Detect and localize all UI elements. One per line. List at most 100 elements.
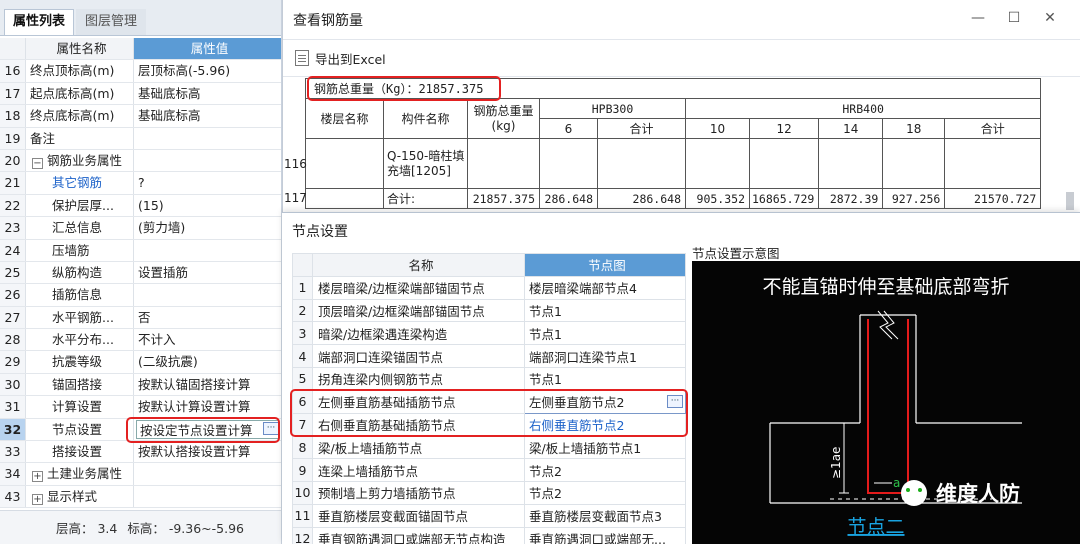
property-value[interactable]: [134, 284, 281, 305]
table-row[interactable]: 29 抗震等级 (二级抗震): [0, 351, 281, 374]
ellipsis-button[interactable]: ···: [263, 421, 279, 435]
table-row[interactable]: 116 Q-150-暗柱填充墙[1205]: [284, 138, 1042, 189]
table-row-total[interactable]: 117 合计: 21857.375 286.648 286.648 905.35…: [284, 188, 1042, 209]
table-row[interactable]: 8 梁/板上墙插筋节点 梁/板上墙插筋节点1: [292, 435, 686, 460]
table-row[interactable]: 23 汇总信息 (剪力墙): [0, 217, 281, 240]
property-name: 纵筋构造: [26, 261, 134, 284]
table-row-highlighted[interactable]: 6 左侧垂直筋基础插筋节点 左侧垂直筋节点2 ···: [292, 389, 686, 414]
node-value[interactable]: 节点1: [524, 366, 686, 391]
table-row[interactable]: 43 + 显示样式: [0, 485, 281, 509]
property-value[interactable]: (15): [134, 195, 281, 216]
table-row[interactable]: 27 水平钢筋... 否: [0, 306, 281, 330]
ellipsis-button[interactable]: ···: [667, 394, 683, 408]
property-group: + 土建业务属性: [26, 463, 134, 485]
table-row[interactable]: 22 保护层厚... (15): [0, 194, 281, 218]
tab-layer-manager[interactable]: 图层管理: [76, 9, 147, 35]
property-value[interactable]: (二级抗震): [134, 351, 281, 372]
value-cell: 927.256: [882, 188, 946, 209]
maximize-icon[interactable]: ☐: [1004, 10, 1024, 26]
row-number: 12: [292, 526, 313, 544]
table-row[interactable]: 26 插筋信息: [0, 284, 281, 307]
total-weight-label: 钢筋总重量（Kg）：21857.375: [304, 78, 1042, 99]
node-value[interactable]: 垂直筋遇洞口或端部无...: [524, 526, 686, 544]
floor-height: 层高： 3.4: [56, 521, 118, 536]
property-value[interactable]: 按默认计算设置计算: [134, 396, 281, 417]
node-value[interactable]: 节点2: [524, 458, 686, 482]
table-row[interactable]: 24 压墙筋: [0, 239, 281, 262]
table-row[interactable]: 28 水平分布... 不计入: [0, 329, 281, 352]
row-number: 21: [0, 172, 26, 194]
table-row[interactable]: 31 计算设置 按默认计算设置计算: [0, 396, 281, 419]
close-icon[interactable]: ✕: [1040, 10, 1060, 26]
expand-icon[interactable]: +: [32, 493, 43, 505]
minimize-icon[interactable]: —: [968, 10, 988, 26]
table-row[interactable]: 10 预制墙上剪力墙插筋节点 节点2: [292, 480, 686, 505]
export-excel-button[interactable]: 导出到Excel: [295, 49, 386, 68]
node-name: 连梁上墙插筋节点: [312, 458, 525, 482]
anchor-length-label: ≥1ae: [829, 447, 843, 479]
property-name: 其它钢筋: [26, 172, 134, 194]
property-value[interactable]: 基础底标高: [134, 105, 281, 126]
table-row[interactable]: 5 拐角连梁内侧钢筋节点 节点1: [292, 366, 686, 391]
node-value[interactable]: 梁/板上墙插筋节点1: [524, 435, 686, 460]
node-value[interactable]: 右侧垂直筋节点2: [524, 412, 686, 437]
table-row-highlighted[interactable]: 7 右侧垂直筋基础插筋节点 右侧垂直筋节点2: [292, 412, 686, 437]
table-row[interactable]: 3 暗梁/边框梁遇连梁构造 节点1: [292, 321, 686, 346]
table-row[interactable]: 16 终点顶标高(m) 层顶标高(-5.96): [0, 60, 281, 83]
table-row[interactable]: 17 起点底标高(m) 基础底标高: [0, 82, 281, 106]
property-value[interactable]: 按默认搭接设置计算: [134, 441, 281, 462]
node-value[interactable]: 节点2: [524, 480, 686, 505]
node-value[interactable]: 节点1: [524, 298, 686, 323]
node-table-header: 名称 节点图: [292, 253, 686, 277]
cell: [685, 138, 750, 189]
property-value[interactable]: 基础底标高: [134, 83, 281, 104]
property-value[interactable]: 设置插筋: [134, 262, 281, 283]
col-hpb300: HPB300: [539, 98, 686, 119]
table-row-selected[interactable]: 32 节点设置 按设定节点设置计算 ···: [0, 418, 281, 442]
table-row[interactable]: 4 端部洞口连梁锚固节点 端部洞口连梁节点1: [292, 344, 686, 368]
node-name: 暗梁/边框梁遇连梁构造: [312, 321, 525, 346]
property-value[interactable]: 不计入: [134, 329, 281, 350]
property-value[interactable]: [134, 240, 281, 261]
property-value[interactable]: (剪力墙): [134, 217, 281, 238]
table-row[interactable]: 20− 钢筋业务属性: [0, 149, 281, 173]
col-hrb-10: 10: [685, 118, 750, 139]
group-label: 钢筋业务属性: [47, 152, 123, 168]
table-row[interactable]: 30 锚固搭接 按默认锚固搭接计算: [0, 373, 281, 397]
property-value[interactable]: ?: [134, 172, 281, 193]
node-value[interactable]: 垂直筋楼层变截面节点3: [524, 503, 686, 528]
table-row[interactable]: 12 垂直钢筋遇洞口或端部无节点构造 垂直筋遇洞口或端部无...: [292, 526, 686, 544]
table-row[interactable]: 18 终点底标高(m) 基础底标高: [0, 105, 281, 128]
property-value[interactable]: [134, 128, 281, 149]
cell: [818, 138, 884, 189]
tab-property-list[interactable]: 属性列表: [4, 9, 75, 35]
table-row[interactable]: 1 楼层暗梁/边框梁端部锚固节点 楼层暗梁端部节点4: [292, 275, 686, 300]
property-value: [134, 150, 281, 171]
node-value[interactable]: 节点1: [524, 321, 686, 346]
table-row[interactable]: 11 垂直筋楼层变截面锚固节点 垂直筋楼层变截面节点3: [292, 503, 686, 528]
col-total-weight: 钢筋总重量(kg): [467, 98, 540, 139]
property-value[interactable]: 层顶标高(-5.96): [134, 60, 281, 81]
table-row[interactable]: 33 搭接设置 按默认搭接设置计算: [0, 441, 281, 464]
table-row[interactable]: 19 备注: [0, 127, 281, 150]
node-name: 楼层暗梁/边框梁端部锚固节点: [312, 275, 525, 300]
table-row[interactable]: 34 + 土建业务属性: [0, 463, 281, 486]
collapse-icon[interactable]: −: [32, 157, 43, 169]
node-value[interactable]: 楼层暗梁端部节点4: [524, 275, 686, 300]
property-name: 起点底标高(m): [26, 82, 134, 105]
node-value-input[interactable]: 左侧垂直筋节点2: [529, 395, 624, 410]
expand-icon[interactable]: +: [32, 471, 43, 483]
table-row[interactable]: 2 顶层暗梁/边框梁端部锚固节点 节点1: [292, 298, 686, 323]
property-value[interactable]: 否: [134, 307, 281, 328]
node-value[interactable]: 端部洞口连梁节点1: [524, 344, 686, 368]
property-value[interactable]: 按默认锚固搭接计算: [134, 374, 281, 395]
value-cell: 21857.375: [467, 188, 540, 209]
row-number: 6: [292, 389, 313, 414]
floor-cell: 117: [284, 188, 384, 209]
table-row[interactable]: 25 纵筋构造 设置插筋: [0, 261, 281, 285]
node-setting-input[interactable]: 按设定节点设置计算: [136, 419, 279, 440]
table-row[interactable]: 21 其它钢筋?: [0, 172, 281, 195]
col-hrb-12: 12: [748, 118, 820, 139]
scrollbar-thumb[interactable]: [1066, 192, 1074, 210]
table-row[interactable]: 9 连梁上墙插筋节点 节点2: [292, 458, 686, 482]
